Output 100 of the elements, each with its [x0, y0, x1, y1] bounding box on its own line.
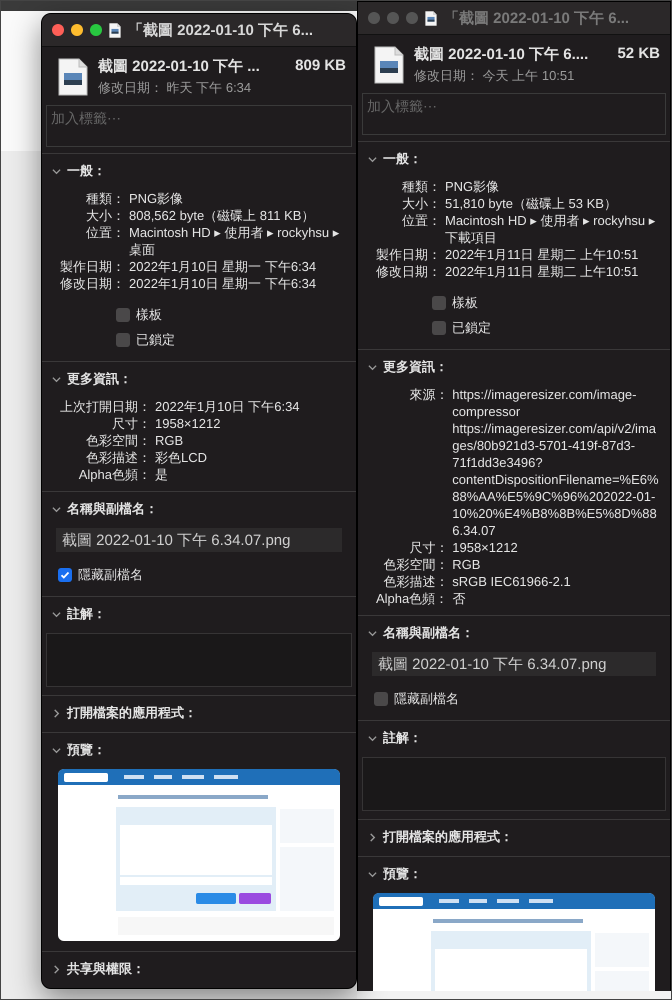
- field-value: Macintosh HD ▸ 使用者 ▸ rockyhsu ▸ 下載項目: [445, 212, 656, 246]
- comments-field[interactable]: [46, 633, 352, 687]
- tags-field[interactable]: 加入標籤⋯: [46, 105, 352, 147]
- field-label: 製作日期：: [60, 258, 125, 275]
- section-header[interactable]: 共享與權限：: [42, 958, 155, 980]
- window-title: 「截圖 2022-01-10 下午 6...: [444, 8, 630, 28]
- field-label: 種類：: [401, 178, 441, 195]
- field-label: 色彩空間：: [85, 432, 151, 449]
- checkbox-label: 樣板: [452, 294, 478, 312]
- checkbox[interactable]: [116, 308, 130, 322]
- field-value: 彩色LCD: [155, 449, 208, 466]
- checkbox-label: 已鎖定: [136, 331, 175, 349]
- section-header[interactable]: 更多資訊：: [358, 356, 458, 378]
- close-button[interactable]: [52, 24, 64, 36]
- field-label: 尺寸：: [111, 415, 151, 432]
- chevron-icon: [52, 504, 61, 514]
- zoom-button[interactable]: [90, 24, 102, 36]
- field-value: 是: [155, 466, 169, 483]
- section-header[interactable]: 一般：: [42, 160, 116, 182]
- section-header[interactable]: 名稱與副檔名：: [358, 622, 484, 644]
- field-value: 2022年1月11日 星期二 上午10:51: [445, 246, 640, 263]
- chevron-icon: [368, 154, 377, 164]
- field-value: 2022年1月11日 星期二 上午10:51: [445, 263, 640, 280]
- field-value: PNG影像: [129, 190, 184, 207]
- modified-date: 修改日期： 昨天 下午 6:34: [98, 79, 252, 97]
- section-header[interactable]: 註解：: [358, 727, 432, 749]
- checkbox[interactable]: [58, 568, 72, 582]
- section-header[interactable]: 名稱與副檔名：: [42, 498, 168, 520]
- field-value: 1958×1212: [452, 539, 519, 556]
- field-label: 色彩描述：: [85, 449, 151, 466]
- png-file-icon: [374, 46, 404, 84]
- field-label: 修改日期：: [376, 263, 441, 280]
- field-label: 色彩描述：: [382, 573, 448, 590]
- field-label: Alpha色頻：: [376, 590, 448, 607]
- file-name: 截圖 2022-01-10 下午 ...: [98, 57, 260, 76]
- window-title: 「截圖 2022-01-10 下午 6...: [128, 20, 314, 40]
- modified-date: 修改日期： 今天 上午 10:51: [414, 67, 576, 85]
- chevron-icon: [368, 734, 377, 742]
- field-value: 808,562 byte（磁碟上 811 KB）: [129, 207, 316, 224]
- field-value: sRGB IEC61966-2.1: [452, 573, 572, 590]
- field-label: 種類：: [85, 190, 125, 207]
- field-label: 位置：: [401, 212, 441, 230]
- chevron-icon: [52, 964, 61, 974]
- png-file-icon: [58, 58, 88, 96]
- checkbox[interactable]: [432, 321, 446, 335]
- section-header[interactable]: 註解：: [42, 603, 116, 625]
- file-name: 截圖 2022-01-10 下午 6....: [414, 45, 588, 64]
- section-header[interactable]: 一般：: [358, 148, 432, 170]
- field-label: 位置：: [85, 224, 125, 242]
- tags-field[interactable]: 加入標籤⋯: [362, 93, 666, 135]
- section-header[interactable]: 打開檔案的應用程式：: [42, 702, 207, 724]
- chevron-icon: [52, 610, 61, 618]
- chevron-icon: [368, 870, 377, 878]
- checkbox-label: 隱藏副檔名: [394, 690, 459, 708]
- checkbox-label: 隱藏副檔名: [78, 566, 143, 584]
- filename-field[interactable]: 截圖 2022-01-10 下午 6.34.07.png: [56, 528, 342, 552]
- chevron-icon: [368, 362, 377, 372]
- checkbox[interactable]: [432, 296, 446, 310]
- field-value: 1958×1212: [155, 415, 222, 432]
- png-file-icon: [425, 10, 437, 26]
- minimize-button[interactable]: [71, 24, 83, 36]
- field-value: 2022年1月10日 星期一 下午6:34: [129, 275, 318, 292]
- field-label: 大小：: [85, 207, 125, 224]
- field-value: RGB: [452, 556, 482, 573]
- chevron-icon: [52, 374, 61, 384]
- field-label: 製作日期：: [376, 246, 441, 263]
- field-value: 51,810 byte（磁碟上 53 KB）: [445, 195, 618, 212]
- file-size: 809 KB: [295, 57, 346, 76]
- field-value: PNG影像: [445, 178, 500, 195]
- section-header[interactable]: 打開檔案的應用程式：: [358, 826, 523, 848]
- checkbox-label: 已鎖定: [452, 319, 491, 337]
- field-label: 尺寸：: [408, 539, 448, 556]
- field-label: 上次打開日期：: [60, 398, 151, 415]
- checkmark-icon: [60, 570, 70, 580]
- chevron-icon: [52, 708, 61, 718]
- field-label: Alpha色頻：: [78, 466, 151, 483]
- field-value: RGB: [155, 432, 184, 449]
- field-value: 2022年1月10日 下午6:34: [155, 398, 301, 415]
- field-value: 否: [452, 590, 466, 607]
- section-header[interactable]: 更多資訊：: [42, 368, 142, 390]
- checkbox-label: 樣板: [136, 306, 162, 324]
- section-header[interactable]: 預覽：: [358, 863, 432, 885]
- png-file-icon: [109, 22, 121, 38]
- field-value: Macintosh HD ▸ 使用者 ▸ rockyhsu ▸ 桌面: [129, 224, 340, 258]
- file-size: 52 KB: [617, 45, 660, 64]
- chevron-icon: [368, 628, 377, 638]
- field-value: https://imageresizer.com/api/v2/images/80b921d3-5701-419f-87d3-71f1dd3e3496?contentDispositionFilename=%E6%88%AA%E5%9C%96%202022-01-10%20%E4%B8%8B%E5%8D%886.34.07: [452, 420, 660, 539]
- field-label: 修改日期：: [60, 275, 125, 292]
- chevron-icon: [368, 832, 377, 842]
- filename-field[interactable]: 截圖 2022-01-10 下午 6.34.07.png: [372, 652, 656, 676]
- chevron-icon: [52, 166, 61, 176]
- section-header[interactable]: 預覽：: [42, 739, 116, 761]
- field-label: 色彩空間：: [382, 556, 448, 573]
- comments-field[interactable]: [362, 757, 666, 811]
- field-label: 來源：: [408, 386, 448, 404]
- field-label: 大小：: [401, 195, 441, 212]
- field-value: 2022年1月10日 星期一 下午6:34: [129, 258, 318, 275]
- chevron-icon: [52, 746, 61, 754]
- checkbox[interactable]: [116, 333, 130, 347]
- checkbox[interactable]: [374, 692, 388, 706]
